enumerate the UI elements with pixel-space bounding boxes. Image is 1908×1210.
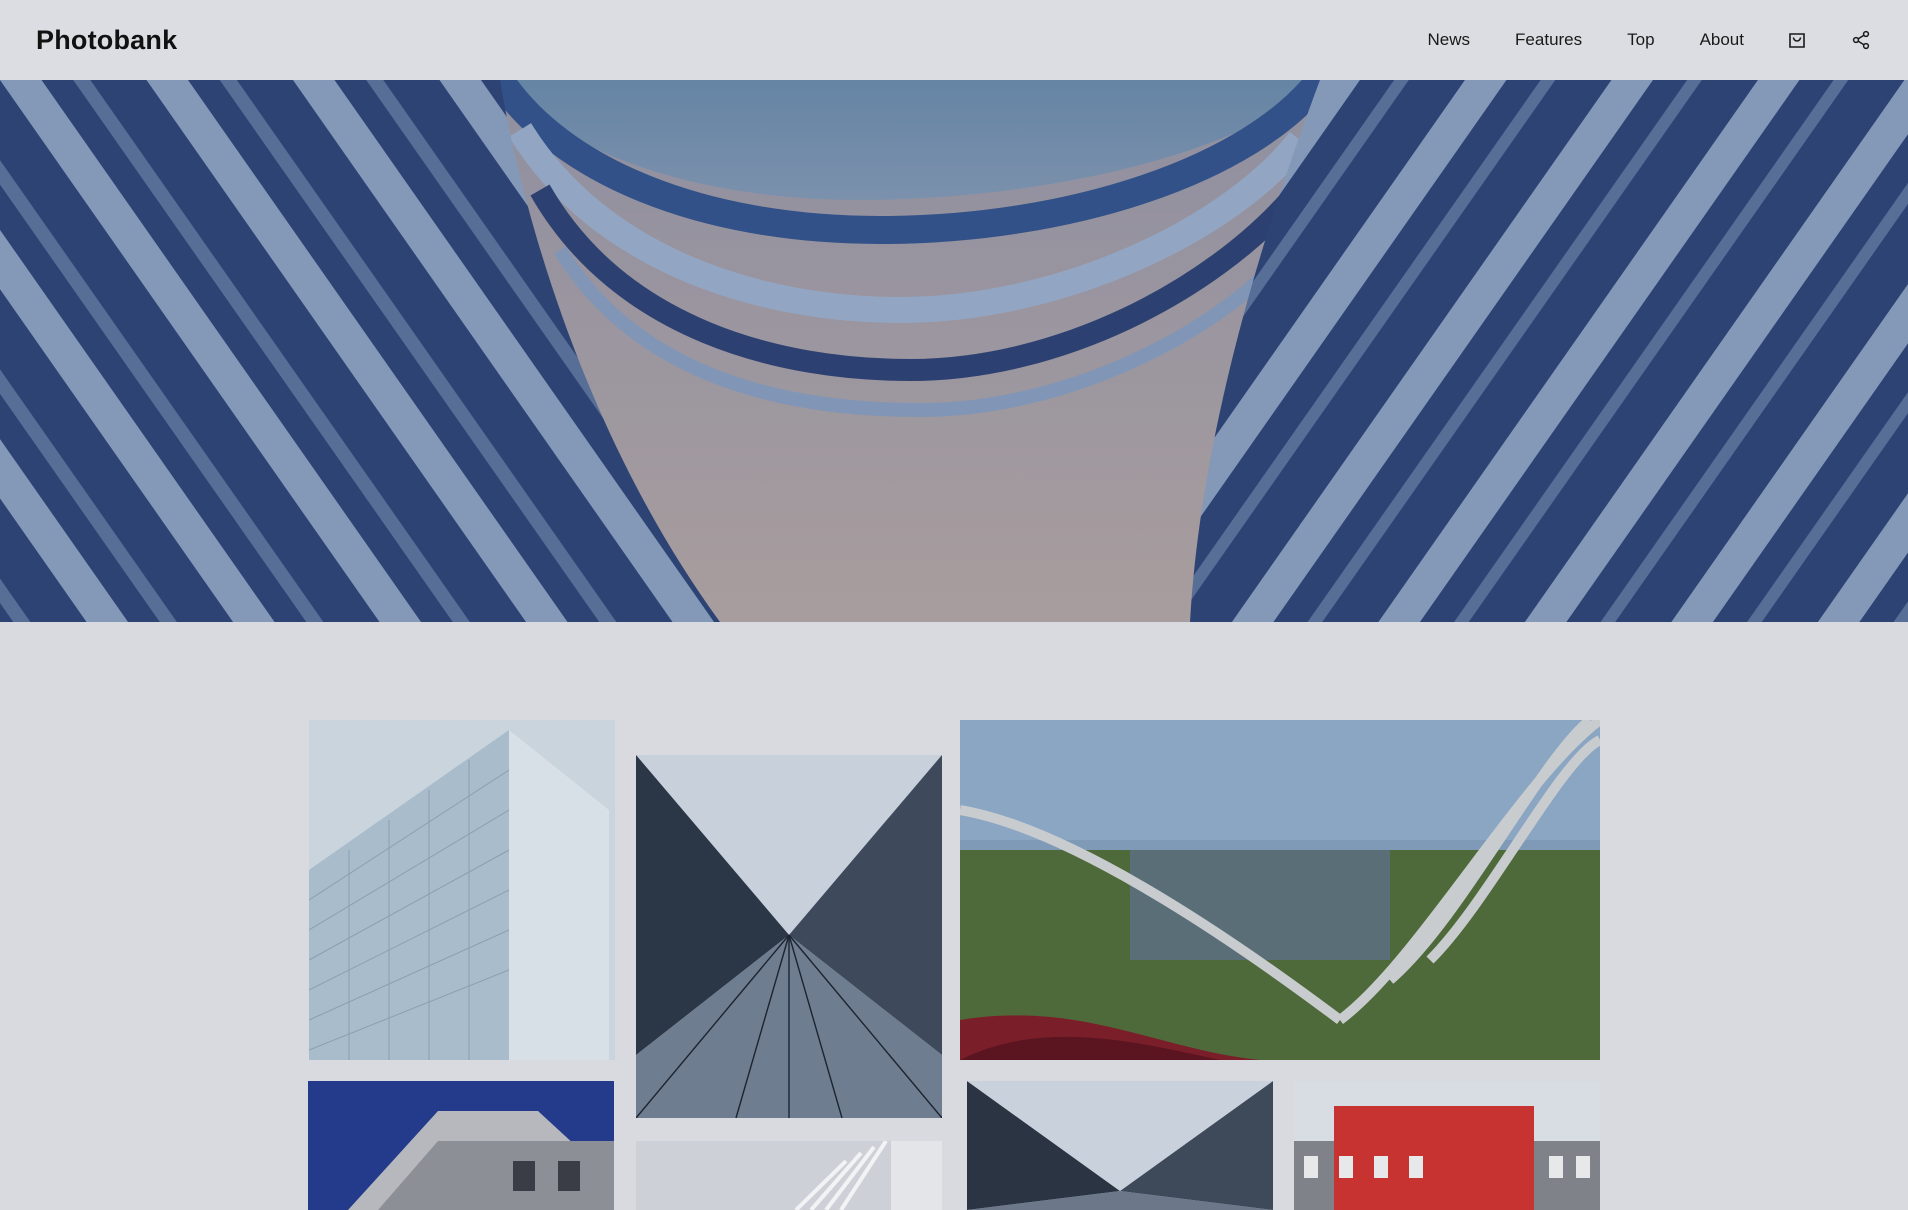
nav-item-about[interactable]: About bbox=[1700, 30, 1744, 50]
gallery-photo-white-structure[interactable] bbox=[636, 1141, 942, 1210]
nav-item-top[interactable]: Top bbox=[1627, 30, 1654, 50]
gallery-photo-skyscraper-up[interactable] bbox=[636, 755, 942, 1118]
gallery-photo-curved-building[interactable] bbox=[960, 720, 1600, 1060]
share-icon[interactable] bbox=[1850, 29, 1872, 51]
gallery-photo-glass-facade[interactable] bbox=[309, 720, 615, 1060]
nav-item-news[interactable]: News bbox=[1428, 30, 1471, 50]
hero-image bbox=[0, 80, 1908, 622]
main-nav: News Features Top About bbox=[1383, 29, 1872, 51]
nav-item-features[interactable]: Features bbox=[1515, 30, 1582, 50]
bag-icon[interactable] bbox=[1786, 29, 1808, 51]
gallery-photo-skyscraper-up-2[interactable] bbox=[967, 1081, 1273, 1210]
gallery-photo-red-building[interactable] bbox=[1294, 1081, 1600, 1210]
brand-logo[interactable]: Photobank bbox=[36, 25, 177, 56]
top-bar: Photobank News Features Top About bbox=[0, 0, 1908, 80]
gallery-photo-blue-house[interactable] bbox=[308, 1081, 614, 1210]
